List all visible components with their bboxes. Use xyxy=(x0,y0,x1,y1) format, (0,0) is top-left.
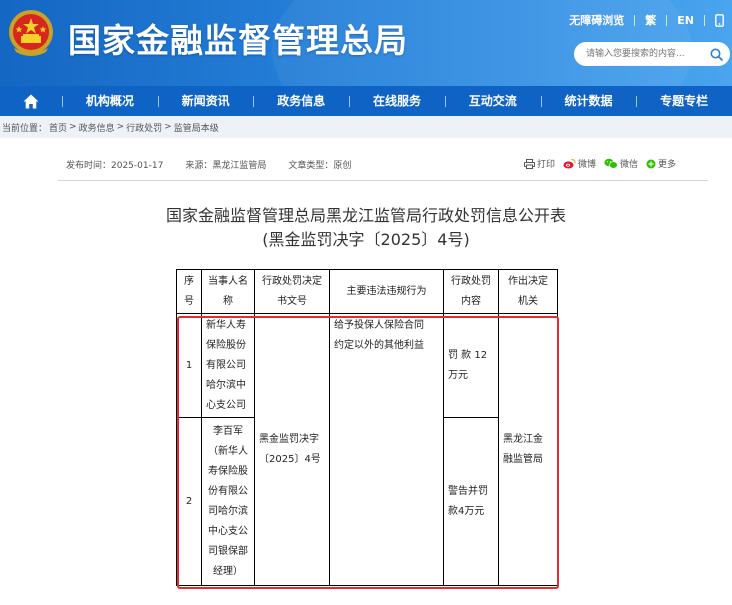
search-button[interactable] xyxy=(702,42,730,66)
breadcrumb-penalty[interactable]: 行政处罚 xyxy=(126,121,162,134)
breadcrumb-separator: > xyxy=(116,122,125,132)
penalty-table-container: 序 号 当事人名 称 行政处罚决定 书文号 主要违法违规行为 行政处罚 内容 作… xyxy=(176,269,558,586)
top-link-divider xyxy=(666,14,668,26)
traditional-chinese-link[interactable]: 繁 xyxy=(645,12,656,28)
penalty-table: 序 号 当事人名 称 行政处罚决定 书文号 主要违法违规行为 行政处罚 内容 作… xyxy=(176,269,558,586)
accessibility-link[interactable]: 无障碍浏览 xyxy=(569,12,624,28)
breadcrumb: 当前位置： 首页 > 政务信息 > 行政处罚 > 监管局本级 xyxy=(0,116,732,138)
row1-party: 新华人寿 保险股份 有限公司 哈尔滨中 心支公司 xyxy=(201,313,255,418)
publish-time: 发布时间：2025-01-17 xyxy=(66,161,164,171)
print-button[interactable]: 打印 xyxy=(523,157,555,170)
nav-item-about[interactable]: 机构概况 xyxy=(62,86,158,116)
more-share-button[interactable]: 更多 xyxy=(646,157,676,170)
breadcrumb-label: 当前位置： xyxy=(2,123,48,134)
row2-seq: 2 xyxy=(176,417,202,586)
breadcrumb-separator: > xyxy=(164,122,172,132)
header-party: 当事人名 称 xyxy=(201,269,255,314)
weibo-label: 微博 xyxy=(577,160,596,170)
breadcrumb-separator: > xyxy=(69,122,77,132)
wechat-label: 微信 xyxy=(619,160,638,170)
top-link-divider xyxy=(704,14,705,26)
wechat-share-button[interactable]: 微信 xyxy=(604,157,638,170)
search-icon xyxy=(710,48,723,61)
violation-cell: 给予投保人保险合同 约定以外的其他利益 xyxy=(329,313,444,586)
meta-divider xyxy=(58,180,708,181)
search-box xyxy=(574,42,730,66)
header-violation: 主要违法违规行为 xyxy=(329,269,444,314)
header-authority: 作出决定 机关 xyxy=(498,269,558,314)
nav-item-government-info[interactable]: 政务信息 xyxy=(253,86,349,116)
header-seq: 序 号 xyxy=(176,269,202,314)
nav-home[interactable] xyxy=(0,86,62,116)
top-links: 无障碍浏览 繁 EN xyxy=(569,12,724,28)
article-meta: 发布时间：2025-01-17 来源：黑龙江监管局 文章类型：原创 打印 微博 xyxy=(58,158,708,172)
article-subtitle: (黑金监罚决字〔2025〕4号) xyxy=(262,230,470,249)
article-type: 文章类型：原创 xyxy=(288,161,352,171)
row1-penalty: 罚 款 12 万元 xyxy=(443,313,499,418)
home-icon xyxy=(23,94,39,108)
nav-item-online-service[interactable]: 在线服务 xyxy=(349,86,445,116)
english-link[interactable]: EN xyxy=(677,14,694,27)
row1-seq: 1 xyxy=(176,313,202,418)
site-title[interactable]: 国家金融监督管理总局 xyxy=(68,14,408,62)
breadcrumb-home[interactable]: 首页 xyxy=(49,121,67,134)
print-label: 打印 xyxy=(536,160,555,170)
nav-item-news[interactable]: 新闻资讯 xyxy=(157,86,254,116)
header-penalty: 行政处罚 内容 xyxy=(443,269,499,314)
row2-penalty: 警告并罚 款4万元 xyxy=(443,417,499,586)
main-nav: 机构概况 新闻资讯 政务信息 在线服务 互动交流 统计数据 专题专栏 xyxy=(0,86,732,116)
mobile-icon[interactable] xyxy=(715,13,724,27)
wechat-icon xyxy=(604,158,618,169)
nav-item-statistics[interactable]: 统计数据 xyxy=(540,86,637,116)
header-doc-no: 行政处罚决定 书文号 xyxy=(254,269,330,314)
row2-party: 李百军 （新华人 寿保险股 份有限公 司哈尔滨 中心支公 司银保部 经理） xyxy=(201,417,255,586)
article-source: 来源：黑龙江监管局 xyxy=(185,161,267,171)
article-title: 国家金融监督管理总局黑龙江监管局行政处罚信息公开表 xyxy=(165,206,566,225)
nav-item-special-topics[interactable]: 专题专栏 xyxy=(636,86,732,116)
top-link-divider xyxy=(634,14,636,26)
national-emblem-icon xyxy=(9,10,53,56)
doc-number-cell: 黑金监罚决字 〔2025〕4号 xyxy=(254,313,330,586)
breadcrumb-bureau[interactable]: 监管局本级 xyxy=(174,121,219,134)
search-input[interactable] xyxy=(574,43,702,65)
more-label: 更多 xyxy=(657,160,676,170)
weibo-share-button[interactable]: 微博 xyxy=(563,157,596,170)
site-header: 国家金融监督管理总局 无障碍浏览 繁 EN xyxy=(0,0,732,86)
plus-icon xyxy=(646,159,656,168)
table-header-row: 序 号 当事人名 称 行政处罚决定 书文号 主要违法违规行为 行政处罚 内容 作… xyxy=(176,269,558,314)
breadcrumb-government-info[interactable]: 政务信息 xyxy=(79,121,115,134)
table-row: 1 新华人寿 保险股份 有限公司 哈尔滨中 心支公司 黑金监罚决字 〔2025〕… xyxy=(176,313,558,586)
nav-item-interaction[interactable]: 互动交流 xyxy=(444,86,541,116)
weibo-icon xyxy=(563,158,576,169)
authority-cell: 黑龙江金 融监管局 xyxy=(498,313,558,586)
print-icon xyxy=(523,158,535,169)
